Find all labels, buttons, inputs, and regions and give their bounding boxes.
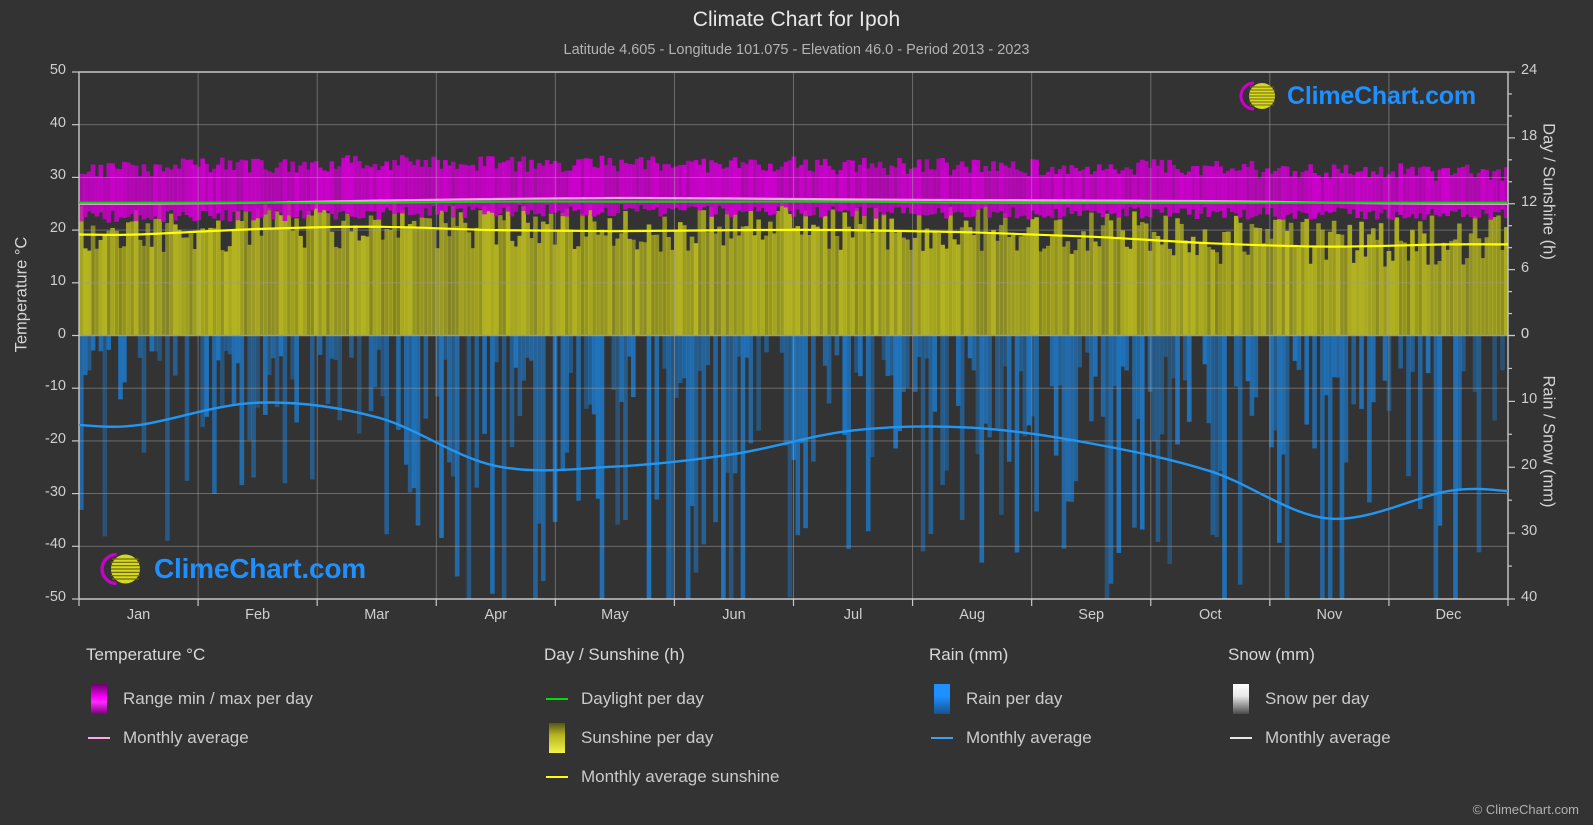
axis-tick-label: 10 [49, 272, 66, 289]
axis-tick-label: 6 [1521, 259, 1530, 276]
axis-tick-label: 20 [1521, 457, 1538, 474]
legend-column-rain: Rain (mm) Rain per day Monthly average [929, 645, 1092, 757]
axis-tick-label: -30 [45, 483, 66, 500]
legend-item[interactable]: Range min / max per day [86, 679, 313, 718]
axis-tick-label: -40 [45, 536, 66, 553]
x-axis-month-label: Dec [1435, 607, 1462, 623]
legend-item[interactable]: Daylight per day [544, 679, 779, 718]
legend-item-label: Daylight per day [581, 688, 704, 708]
x-axis-month-label: Aug [959, 607, 986, 623]
legend-line-icon [546, 775, 568, 778]
legend-heading: Rain (mm) [929, 645, 1009, 664]
chart-legend: Temperature °C Range min / max per day Mon… [0, 645, 1593, 825]
legend-item-label: Rain per day [966, 688, 1063, 708]
legend-line-icon [931, 736, 953, 739]
legend-item-label: Monthly average [966, 727, 1092, 747]
legend-swatch-icon [544, 722, 570, 753]
legend-line-icon [929, 723, 955, 753]
legend-swatch-icon [549, 722, 565, 753]
axis-tick-label: 0 [1521, 325, 1530, 342]
x-axis-month-label: Mar [364, 607, 390, 623]
x-axis-month-label: Jul [843, 607, 863, 623]
legend-line-icon [1228, 723, 1254, 753]
legend-item-label: Monthly average sunshine [581, 766, 780, 786]
legend-item[interactable]: Sunshine per day [544, 718, 779, 757]
x-axis-month-label: Feb [245, 607, 271, 623]
legend-column-snow: Snow (mm) Snow per day Monthly average [1228, 645, 1391, 757]
legend-line-icon [546, 697, 568, 700]
legend-line-icon [1230, 736, 1252, 739]
axis-tick-label: 30 [1521, 523, 1538, 540]
axis-tick-label: 10 [1521, 391, 1538, 408]
x-axis-month-label: Jun [722, 607, 746, 623]
legend-line-icon [88, 736, 110, 739]
legend-item[interactable]: Monthly average [86, 718, 313, 757]
legend-heading: Day / Sunshine (h) [544, 645, 685, 664]
legend-item-label: Monthly average [123, 727, 249, 747]
legend-swatch-icon [929, 683, 955, 714]
axis-tick-label: 30 [49, 167, 66, 184]
legend-line-icon [544, 762, 570, 792]
legend-item[interactable]: Rain per day [929, 679, 1092, 718]
axis-tick-label: 24 [1521, 62, 1538, 78]
daylight-line [79, 200, 1508, 204]
y-axis-right-bottom-title: Rain / Snow (mm) [1539, 375, 1558, 508]
legend-line-icon [544, 684, 570, 714]
axis-tick-label: 40 [49, 114, 66, 131]
legend-column-temperature: Temperature °C Range min / max per day Mon… [86, 645, 313, 757]
legend-item[interactable]: Monthly average sunshine [544, 757, 779, 796]
legend-item-label: Monthly average [1265, 727, 1391, 747]
legend-swatch-icon [91, 683, 107, 714]
axis-tick-label: -50 [45, 589, 66, 605]
legend-swatch-icon [86, 683, 112, 714]
legend-heading: Temperature °C [86, 645, 206, 664]
legend-item-label: Range min / max per day [123, 688, 313, 708]
x-axis-month-label: Apr [484, 607, 508, 623]
legend-swatch-icon [1228, 683, 1254, 714]
legend-item[interactable]: Snow per day [1228, 679, 1391, 718]
legend-column-day-sunshine: Day / Sunshine (h) Daylight per day Sunshi… [544, 645, 779, 796]
x-axis-month-label: May [601, 607, 629, 623]
axis-tick-label: 0 [57, 325, 66, 342]
legend-line-icon [86, 723, 112, 753]
axis-tick-label: 50 [49, 62, 66, 78]
axis-tick-label: -10 [45, 378, 66, 395]
legend-item-label: Sunshine per day [581, 727, 714, 747]
axis-tick-label: 12 [1521, 193, 1538, 210]
axis-tick-label: 20 [49, 220, 66, 237]
climate-chart-svg [72, 71, 1515, 606]
copyright-notice: © ClimeChart.com [1472, 802, 1579, 817]
x-axis-month-label: Nov [1316, 607, 1343, 623]
x-axis-month-label: Sep [1078, 607, 1105, 623]
chart-plot-area: Temperature °C Day / Sunshine (h) Rain /… [0, 0, 1593, 640]
x-axis-month-label: Jan [126, 607, 151, 623]
legend-item[interactable]: Monthly average [1228, 718, 1391, 757]
axis-tick-label: 18 [1521, 127, 1538, 144]
axis-tick-label: -20 [45, 430, 66, 447]
x-axis-month-label: Oct [1199, 607, 1222, 623]
legend-swatch-icon [1233, 683, 1249, 714]
legend-swatch-icon [934, 683, 950, 714]
axis-tick-label: 40 [1521, 589, 1538, 605]
legend-heading: Snow (mm) [1228, 645, 1315, 664]
climate-chart-page: Climate Chart for Ipoh Latitude 4.605 - … [0, 0, 1593, 825]
legend-item-label: Snow per day [1265, 688, 1369, 708]
legend-item[interactable]: Monthly average [929, 718, 1092, 757]
